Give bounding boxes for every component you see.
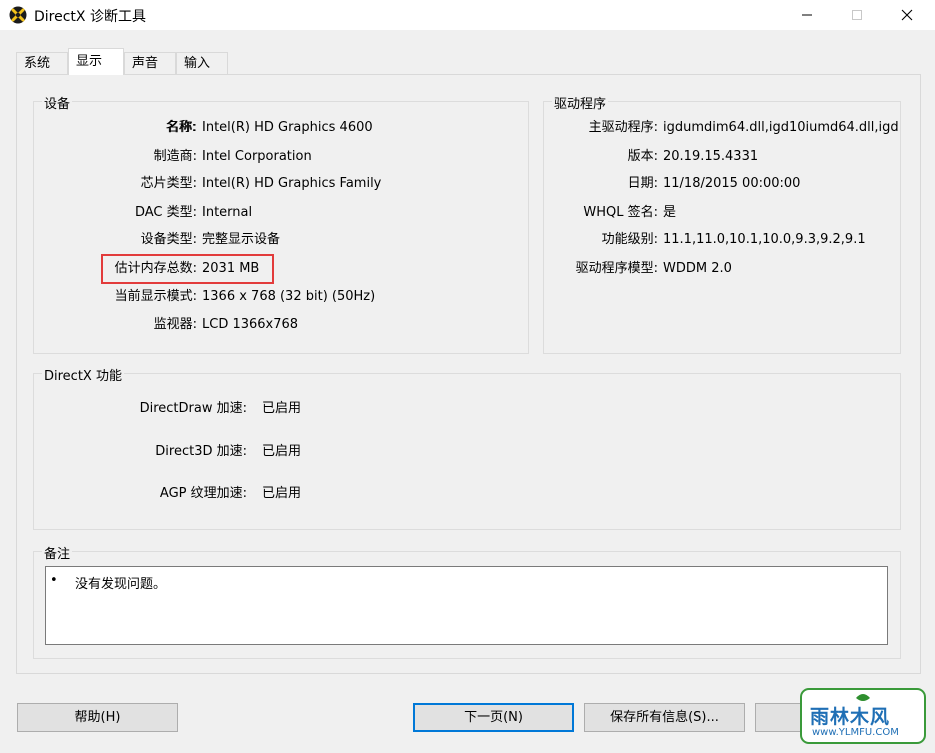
tab-display[interactable]: 显示 [68, 48, 124, 75]
help-button[interactable]: 帮助(H) [17, 703, 178, 732]
dac-type-label: DAC 类型: [134, 205, 197, 220]
watermark-brand: 雨林木风 [810, 706, 891, 728]
directdraw-label: DirectDraw 加速: [139, 401, 247, 416]
directx-app-icon [9, 6, 27, 24]
next-page-button[interactable]: 下一页(N) [413, 703, 574, 732]
chip-type-value: Intel(R) HD Graphics Family [202, 176, 382, 191]
directdraw-value: 已启用 [262, 401, 302, 416]
device-type-value: 完整显示设备 [202, 232, 281, 247]
watermark-url: www.YLMFU.COM [812, 727, 899, 738]
driver-group-title: 驱动程序 [552, 93, 609, 112]
tab-input[interactable]: 输入 [176, 52, 228, 74]
chip-type-label: 芯片类型: [140, 176, 197, 191]
feature-levels-value: 11.1,11.0,10.1,10.0,9.3,9.2,9.1 [663, 232, 866, 247]
window-title: DirectX 诊断工具 [34, 9, 146, 25]
driver-date-label: 日期: [627, 176, 658, 191]
notes-bullet: • [50, 573, 58, 588]
directx-diagnostic-window: DirectX 诊断工具 系统 显示 声音 输入 设备 名称: 名称: Inte… [0, 0, 935, 753]
driver-model-value: WDDM 2.0 [663, 261, 732, 276]
device-type-label: 设备类型: [140, 232, 197, 247]
display-mode-value: 1366 x 768 (32 bit) (50Hz) [202, 289, 376, 304]
main-driver-value: igdumdim64.dll,igd10iumd64.dll,igd [663, 120, 899, 135]
driver-group: 驱动程序 [543, 93, 901, 354]
tab-sound[interactable]: 声音 [124, 52, 176, 74]
device-name-label: 名称: [166, 120, 197, 135]
display-mode-label: 当前显示模式: [114, 289, 197, 304]
minimize-icon [802, 14, 812, 16]
whql-label: WHQL 签名: [583, 205, 658, 220]
agp-value: 已启用 [262, 486, 302, 501]
close-icon [901, 9, 913, 21]
driver-version-value: 20.19.15.4331 [663, 149, 759, 164]
directx-features-title: DirectX 功能 [42, 365, 124, 384]
total-memory-value: 2031 MB [202, 261, 260, 276]
minimize-button[interactable] [784, 0, 830, 30]
tab-system[interactable]: 系统 [16, 52, 68, 74]
device-name-value: Intel(R) HD Graphics 4600 [202, 120, 373, 135]
maximize-icon [852, 10, 862, 20]
device-group-title: 设备 [42, 93, 73, 112]
direct3d-label: Direct3D 加速: [155, 444, 247, 459]
agp-label: AGP 纹理加速: [159, 486, 247, 501]
notes-item: 没有发现问题。 [75, 577, 167, 592]
close-button[interactable] [884, 0, 930, 30]
title-bar: DirectX 诊断工具 [0, 0, 935, 30]
notes-textbox[interactable]: • 没有发现问题。 [45, 566, 888, 645]
exit-button-partial[interactable] [755, 703, 805, 732]
monitor-label: 监视器: [153, 317, 197, 332]
feature-levels-label: 功能级别: [601, 232, 658, 247]
maximize-button[interactable] [834, 0, 880, 30]
main-driver-label: 主驱动程序: [588, 120, 658, 135]
dac-type-value: Internal [202, 205, 253, 220]
save-all-info-button[interactable]: 保存所有信息(S)... [584, 703, 745, 732]
driver-version-label: 版本: [627, 149, 658, 164]
total-memory-label: 估计内存总数: [114, 261, 197, 276]
direct3d-value: 已启用 [262, 444, 302, 459]
driver-date-value: 11/18/2015 00:00:00 [663, 176, 801, 191]
manufacturer-label: 制造商: [153, 149, 197, 164]
driver-model-label: 驱动程序模型: [575, 261, 658, 276]
monitor-value: LCD 1366x768 [202, 317, 299, 332]
whql-value: 是 [663, 205, 677, 220]
notes-group-title: 备注 [42, 543, 73, 562]
manufacturer-value: Intel Corporation [202, 149, 312, 164]
watermark-logo: 雨林木风 www.YLMFU.COM [800, 688, 926, 744]
